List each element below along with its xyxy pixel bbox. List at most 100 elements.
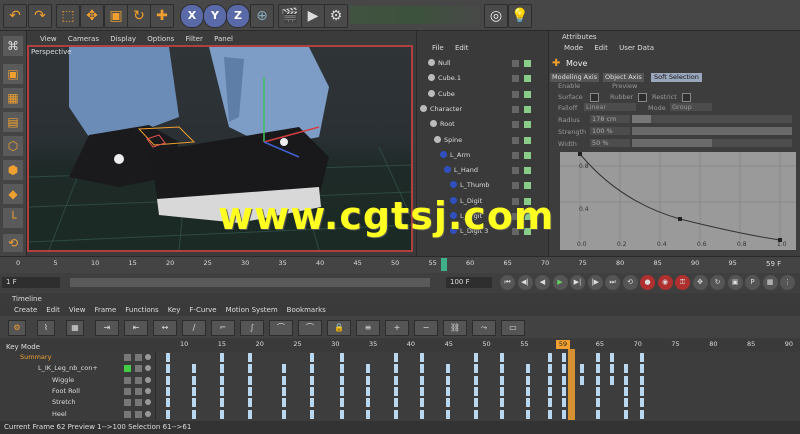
menu-display[interactable]: Display: [110, 35, 136, 43]
menu-filter[interactable]: Filter: [186, 35, 203, 43]
tl-menu-item[interactable]: F-Curve: [189, 306, 216, 314]
enable-toggle[interactable]: [524, 121, 531, 129]
track-enable-toggle[interactable]: [124, 365, 131, 373]
keyframe-select-icon[interactable]: ⚿: [675, 275, 690, 290]
keyframe[interactable]: [394, 386, 398, 396]
keyframe[interactable]: [640, 375, 644, 385]
keyframe[interactable]: [640, 364, 644, 374]
enable-toggle[interactable]: [524, 75, 531, 83]
tab-soft-selection[interactable]: Soft Selection: [651, 73, 702, 82]
track-row[interactable]: L_IK_Leg_nb_con+: [0, 363, 155, 374]
keyframe[interactable]: [366, 375, 370, 385]
keyframe[interactable]: [446, 364, 450, 374]
visibility-toggle[interactable]: [512, 105, 519, 113]
workplane-icon[interactable]: ▤: [3, 112, 23, 132]
step-icon[interactable]: ⌐: [211, 320, 235, 336]
track-row[interactable]: Wiggle: [0, 375, 155, 386]
track-lock-toggle[interactable]: [135, 376, 142, 384]
width-slider[interactable]: [632, 139, 792, 147]
keyframe[interactable]: [310, 353, 314, 362]
keyframe[interactable]: [366, 409, 370, 419]
keyframe[interactable]: [446, 375, 450, 385]
keyframe[interactable]: [562, 398, 566, 408]
enable-toggle[interactable]: [524, 90, 531, 98]
keyframe[interactable]: [526, 398, 530, 408]
menu-panel[interactable]: Panel: [214, 35, 233, 43]
keyframe[interactable]: [580, 375, 584, 385]
frame-ruler[interactable]: 0 5 10 15 20 25 30 35 40 45 50 55 60 65 70 75 80 85 90 95 5…: [0, 256, 800, 273]
scale-key-icon[interactable]: ▣: [727, 275, 743, 290]
keyframe[interactable]: [548, 409, 552, 419]
clip-icon[interactable]: ▭: [501, 320, 525, 336]
tl-menu-item[interactable]: Motion System: [226, 306, 278, 314]
keyframe[interactable]: [166, 375, 170, 385]
falloff-select[interactable]: Linear: [584, 103, 636, 111]
scale-icon[interactable]: ▣: [104, 4, 128, 28]
param-key-icon[interactable]: P: [745, 275, 760, 290]
surface-checkbox[interactable]: [590, 93, 599, 102]
world-coords-icon[interactable]: ⊕: [250, 4, 274, 28]
menu-mode[interactable]: Mode: [564, 44, 583, 52]
keyframe[interactable]: [526, 375, 530, 385]
rotate-icon[interactable]: ↻: [127, 4, 151, 28]
keyframe[interactable]: [366, 364, 370, 374]
model-mode-icon[interactable]: ⌘: [3, 36, 23, 56]
menu-edit[interactable]: Edit: [455, 44, 469, 52]
enable-toggle[interactable]: [524, 105, 531, 113]
keyframe[interactable]: [166, 364, 170, 374]
keyframe[interactable]: [340, 386, 344, 396]
falloff-graph[interactable]: 0.8 0.4 0.0 0.2 0.4 0.6 0.8 1.0: [560, 152, 796, 250]
move-icon[interactable]: ✥: [80, 4, 104, 28]
first-frame-icon[interactable]: ⏮: [500, 275, 515, 290]
keyframe[interactable]: [596, 409, 600, 419]
track-lock-toggle[interactable]: [135, 410, 142, 418]
key-del-icon[interactable]: −: [414, 320, 438, 336]
keyframe[interactable]: [394, 364, 398, 374]
next-key-icon[interactable]: |▶: [587, 275, 603, 290]
keyframe[interactable]: [610, 364, 614, 374]
keyframe[interactable]: [166, 398, 170, 408]
track-enable-toggle[interactable]: [124, 387, 131, 395]
keyframe[interactable]: [548, 398, 552, 408]
rotate-key-icon[interactable]: ↻: [710, 275, 725, 290]
keyframe[interactable]: [394, 398, 398, 408]
track-lock-toggle[interactable]: [135, 399, 142, 407]
enable-toggle[interactable]: [524, 136, 531, 144]
playhead-marker[interactable]: [441, 258, 447, 271]
point-level-icon[interactable]: ⋮: [780, 275, 795, 290]
y-axis-button[interactable]: Y: [203, 4, 227, 28]
visibility-toggle[interactable]: [512, 151, 519, 159]
visibility-toggle[interactable]: [512, 167, 519, 175]
keyframe[interactable]: [310, 375, 314, 385]
render-view-icon[interactable]: 🎬: [278, 4, 302, 28]
keyframe[interactable]: [526, 409, 530, 419]
keyframe[interactable]: [624, 364, 628, 374]
keyframe[interactable]: [192, 364, 196, 374]
pla-icon[interactable]: ▦: [762, 275, 778, 290]
keyframe[interactable]: [474, 364, 478, 374]
keyframe[interactable]: [596, 386, 600, 396]
loop-icon[interactable]: ⟲: [622, 275, 638, 290]
object-row[interactable]: L_Arm: [418, 149, 546, 162]
track-lock-toggle[interactable]: [135, 387, 142, 395]
keyframe[interactable]: [596, 353, 600, 362]
prev-frame-icon[interactable]: ◀: [535, 275, 550, 290]
object-row[interactable]: Spine: [418, 134, 546, 147]
keyframe[interactable]: [446, 409, 450, 419]
object-row[interactable]: Cube.1: [418, 72, 546, 85]
keyframe[interactable]: [366, 398, 370, 408]
object-row[interactable]: Null: [418, 57, 546, 70]
track-enable-toggle[interactable]: [124, 376, 131, 384]
track-solo-toggle[interactable]: [145, 376, 151, 383]
points-mode-icon[interactable]: ⬡: [3, 136, 23, 156]
keyframe[interactable]: [282, 409, 286, 419]
keyframe[interactable]: [580, 364, 584, 374]
render-icon[interactable]: ▶: [301, 4, 325, 28]
keyframe[interactable]: [420, 398, 424, 408]
keyframe[interactable]: [310, 409, 314, 419]
keyframe[interactable]: [624, 375, 628, 385]
keyframe[interactable]: [420, 386, 424, 396]
strength-slider[interactable]: [632, 127, 792, 135]
keyframe[interactable]: [624, 398, 628, 408]
keyframe[interactable]: [282, 398, 286, 408]
